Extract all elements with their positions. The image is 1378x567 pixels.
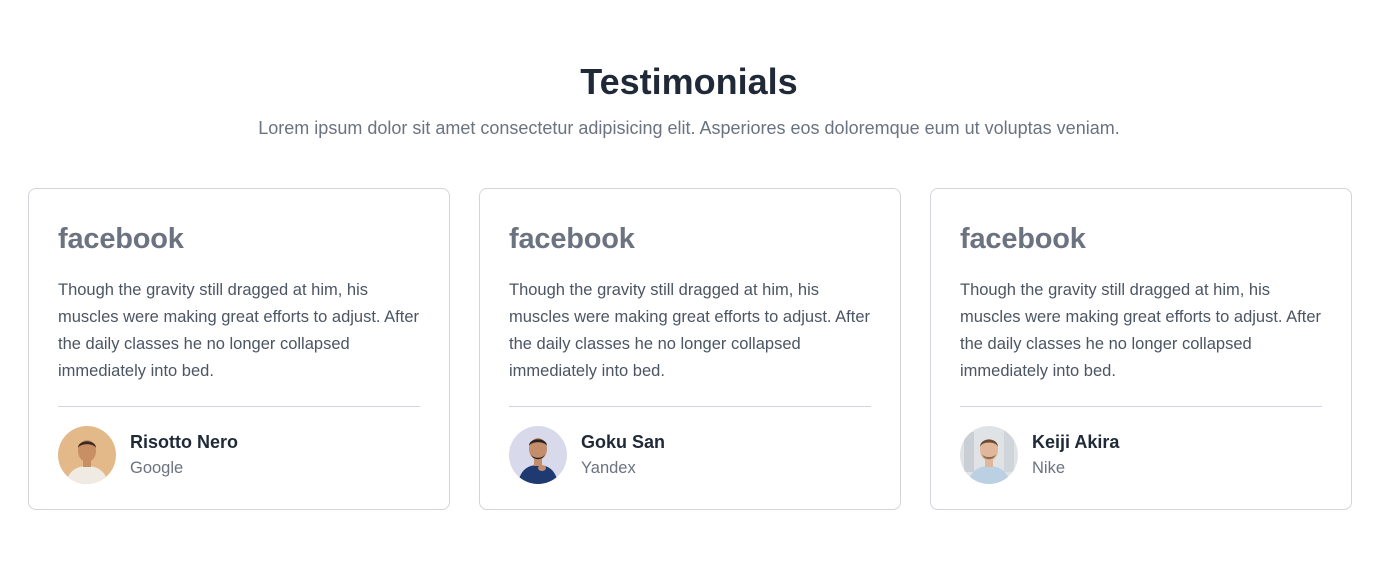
- testimonial-quote: Though the gravity still dragged at him,…: [58, 281, 420, 380]
- person-photo-icon: [960, 426, 1018, 484]
- author-name: Goku San: [581, 432, 666, 452]
- author-company: Nike: [1032, 459, 1066, 477]
- person-photo-icon: [58, 426, 116, 484]
- avatar: [960, 426, 1018, 484]
- brand-logo-text: facebook: [509, 223, 635, 255]
- page-title: Testimonials: [580, 61, 798, 102]
- author-company: Yandex: [581, 459, 636, 477]
- divider: [58, 406, 420, 407]
- testimonial-card: facebook Though the gravity still dragge…: [28, 188, 450, 510]
- testimonial-card: facebook Though the gravity still dragge…: [930, 188, 1352, 510]
- author-name: Risotto Nero: [130, 432, 238, 452]
- avatar: [58, 426, 116, 484]
- testimonials-section: Testimonials Lorem ipsum dolor sit amet …: [0, 0, 1378, 567]
- author-name: Keiji Akira: [1032, 432, 1120, 452]
- brand-logo-text: facebook: [58, 223, 184, 255]
- author: Risotto Nero Google: [58, 426, 420, 484]
- author: Keiji Akira Nike: [960, 426, 1322, 484]
- page-subtitle: Lorem ipsum dolor sit amet consectetur a…: [258, 118, 1120, 138]
- testimonial-card: facebook Though the gravity still dragge…: [479, 188, 901, 510]
- testimonial-cards: facebook Though the gravity still dragge…: [28, 188, 1352, 510]
- testimonial-quote: Though the gravity still dragged at him,…: [960, 281, 1322, 380]
- divider: [509, 406, 871, 407]
- author-company: Google: [130, 459, 184, 477]
- divider: [960, 406, 1322, 407]
- author: Goku San Yandex: [509, 426, 871, 484]
- person-photo-icon: [509, 426, 567, 484]
- avatar: [509, 426, 567, 484]
- testimonial-quote: Though the gravity still dragged at him,…: [509, 281, 871, 380]
- brand-logo-text: facebook: [960, 223, 1086, 255]
